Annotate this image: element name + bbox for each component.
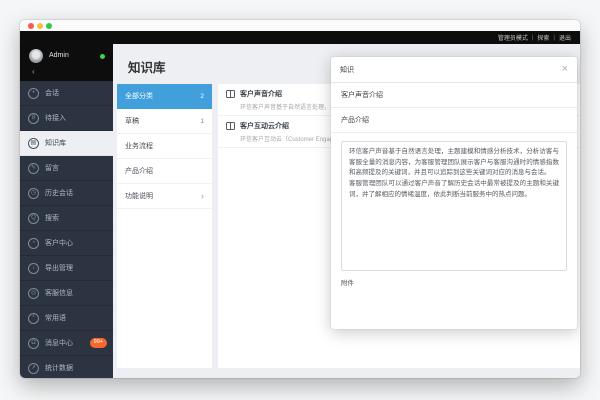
sidebar-item-label: 会话	[45, 88, 59, 98]
knowledge-popup: × 客户声音介绍 产品介绍 环信客户声音基于自然语言处理，主题建模和情感分析技术…	[331, 57, 577, 329]
sidebar-item-label: 历史会话	[45, 188, 73, 198]
chart-icon: ↗	[28, 363, 39, 374]
zoom-window-button[interactable]	[46, 23, 52, 29]
sidebar-item-label: 客户中心	[45, 238, 73, 248]
download-icon: ↓	[28, 263, 39, 274]
sidebar-item-label: 消息中心	[45, 338, 73, 348]
category-count: 1	[200, 118, 204, 125]
popup-result-customer-voice[interactable]: 客户声音介绍	[331, 83, 577, 108]
category-label: 产品介绍	[125, 166, 153, 176]
popup-result-label: 客户声音介绍	[341, 90, 383, 100]
user-panel: Admin ‹	[20, 44, 113, 81]
sidebar-item-message-center[interactable]: Ω 消息中心 99+	[20, 331, 113, 356]
sidebar-item-search[interactable]: Q 搜索	[20, 206, 113, 231]
knowledge-search-input[interactable]	[340, 66, 562, 73]
article-title: 客户互动云介绍	[240, 121, 289, 131]
category-all[interactable]: 全部分类 2	[117, 84, 212, 109]
category-drafts[interactable]: 草稿 1	[117, 109, 212, 134]
book-icon: ▤	[28, 138, 39, 149]
unread-count-badge: 99+	[90, 338, 107, 348]
book-icon	[226, 122, 235, 130]
chevron-right-icon: ›	[201, 192, 204, 201]
app-window: 管理员模式 | 探索 | 退出 Admin ‹ • 会话	[20, 20, 580, 378]
close-icon[interactable]: ×	[562, 64, 568, 75]
knowledge-content-box: 环信客户声音基于自然语言处理，主题建模和情感分析技术，分析访客与客服全量的消息内…	[341, 141, 567, 271]
sidebar-item-label: 搜索	[45, 213, 59, 223]
sidebar-item-customer-center[interactable]: ◔ 客户中心	[20, 231, 113, 256]
clock-icon: ◷	[28, 188, 39, 199]
avatar	[29, 49, 43, 63]
sidebar-item-quick-replies[interactable]: * 常用语	[20, 306, 113, 331]
sidebar-item-label: 待接入	[45, 113, 66, 123]
sidebar-item-label: 统计数据	[45, 363, 73, 373]
category-business-process[interactable]: 业务流程	[117, 134, 212, 159]
online-status-dot	[100, 54, 105, 59]
sidebar: Admin ‹ • 会话 8 待接入 ▤ 知识库	[20, 44, 113, 378]
logout-link[interactable]: 退出	[559, 33, 571, 42]
topbar-separator: |	[553, 35, 555, 41]
topbar-separator: |	[532, 35, 534, 41]
explore-link[interactable]: 探索	[537, 33, 549, 42]
chat-icon: •	[28, 88, 39, 99]
attachments-label: 附件	[341, 277, 567, 287]
category-count: 2	[200, 93, 204, 100]
pencil-icon: ✎	[28, 163, 39, 174]
sidebar-item-label: 导出管理	[45, 263, 73, 273]
book-icon	[226, 90, 235, 98]
popup-result-label: 产品介绍	[341, 115, 369, 125]
minimize-window-button[interactable]	[37, 23, 43, 29]
desktop-background: 管理员模式 | 探索 | 退出 Admin ‹ • 会话	[0, 0, 600, 400]
sidebar-item-label: 常用语	[45, 313, 66, 323]
knowledge-paragraph: 环信客户声音基于自然语言处理，主题建模和情感分析技术，分析访客与客服全量的消息内…	[349, 147, 559, 179]
sidebar-nav: • 会话 8 待接入 ▤ 知识库 ✎ 留言	[20, 81, 113, 378]
sidebar-item-knowledge-base[interactable]: ▤ 知识库	[20, 131, 113, 156]
asterisk-icon: *	[28, 313, 39, 324]
sidebar-item-label: 客服信息	[45, 288, 73, 298]
titlebar	[20, 20, 580, 31]
person-icon: 8	[28, 113, 39, 124]
bell-icon: Ω	[28, 338, 39, 349]
sidebar-item-pending-access[interactable]: 8 待接入	[20, 106, 113, 131]
sidebar-item-messages[interactable]: ✎ 留言	[20, 156, 113, 181]
close-window-button[interactable]	[28, 23, 34, 29]
article-title: 客户声音介绍	[240, 89, 282, 99]
category-label: 业务流程	[125, 141, 153, 151]
popup-result-product-intro[interactable]: 产品介绍	[331, 108, 577, 133]
category-label: 草稿	[125, 116, 139, 126]
headset-icon: ◎	[28, 288, 39, 299]
category-feature-description[interactable]: 功能说明 ›	[117, 184, 212, 209]
sidebar-collapse-button[interactable]: ‹	[32, 67, 35, 76]
user-name: Admin	[49, 52, 69, 59]
sidebar-item-label: 留言	[45, 163, 59, 173]
gauge-icon: ◔	[28, 238, 39, 249]
sidebar-item-agent-info[interactable]: ◎ 客服信息	[20, 281, 113, 306]
search-icon: Q	[28, 213, 39, 224]
sidebar-item-conversations[interactable]: • 会话	[20, 81, 113, 106]
admin-mode-link[interactable]: 管理员模式	[498, 33, 528, 42]
sidebar-item-export-management[interactable]: ↓ 导出管理	[20, 256, 113, 281]
popup-search-bar: ×	[331, 57, 577, 83]
sidebar-item-history[interactable]: ◷ 历史会话	[20, 181, 113, 206]
sidebar-item-statistics[interactable]: ↗ 统计数据	[20, 356, 113, 378]
knowledge-paragraph: 客服管理团队可以通过客户声音了解历史会话中最常被提及的主题和关键词，并了解相应的…	[349, 179, 559, 200]
category-label: 全部分类	[125, 91, 153, 101]
sidebar-item-label: 知识库	[45, 138, 66, 148]
topbar: 管理员模式 | 探索 | 退出	[20, 31, 580, 44]
category-label: 功能说明	[125, 191, 153, 201]
category-product-intro[interactable]: 产品介绍	[117, 159, 212, 184]
category-panel: 全部分类 2 草稿 1 业务流程 产品介绍 功能说明 ›	[117, 84, 212, 368]
